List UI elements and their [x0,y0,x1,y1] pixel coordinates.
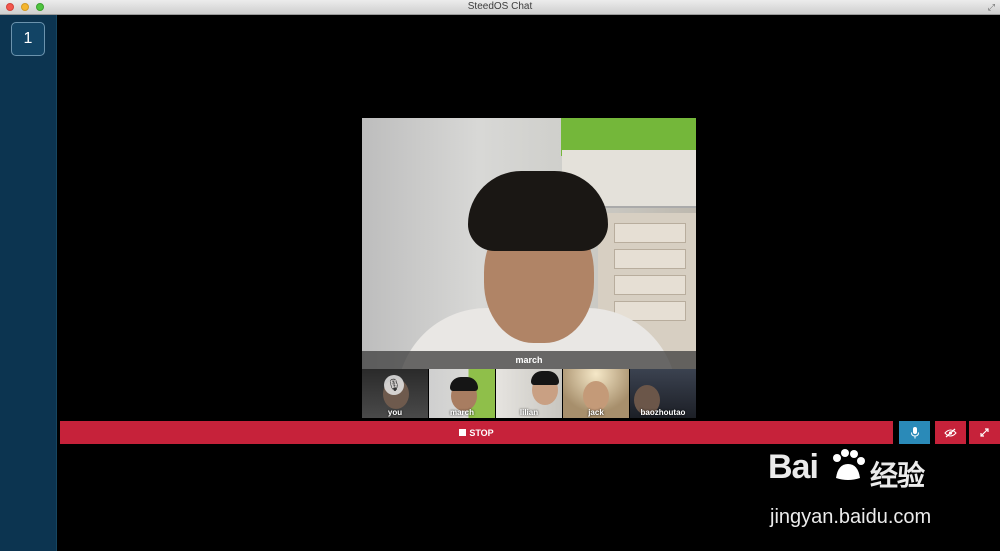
participant-name: you [387,408,403,417]
window-title: SteedOS Chat [467,1,533,12]
stop-label: STOP [469,427,494,438]
watermark-brand: Bai [768,448,819,486]
participant-thumb-baozhoutao[interactable]: baozhoutao [630,369,696,418]
eye-slash-icon [944,428,957,437]
participant-name: march [449,408,474,417]
sidebar-room-tab[interactable]: 1 [11,22,45,56]
expand-icon [980,428,989,437]
participant-thumbnails: 🎙 you march lilian jack baozhoutao [362,369,696,418]
microphone-icon [910,426,919,438]
window-titlebar: SteedOS Chat ⤢ [0,0,1000,15]
participant-name: lilian [519,408,539,417]
baidu-paw-icon [833,449,865,480]
participant-thumb-jack[interactable]: jack [563,369,629,418]
sidebar: 1 [0,15,57,551]
participant-name: baozhoutao [640,408,686,417]
expand-button[interactable] [969,421,1000,444]
participant-thumb-march[interactable]: march [429,369,495,418]
camera-toggle-button[interactable] [935,421,966,444]
stop-icon [459,429,467,436]
fullscreen-icon[interactable]: ⤢ [988,2,995,13]
watermark-url: jingyan.baidu.com [770,506,932,528]
main-video-name: march [515,355,543,365]
baidu-watermark: Bai 经验 jingyan.baidu.com [768,448,988,538]
main-video[interactable]: march [362,118,696,369]
mic-muted-icon: 🎙 [384,375,404,395]
participant-thumb-lilian[interactable]: lilian [496,369,562,418]
stop-button[interactable]: STOP [60,421,893,444]
participant-thumb-you[interactable]: 🎙 you [362,369,428,418]
main-video-caption: march [362,351,696,369]
microphone-button[interactable] [899,421,930,444]
watermark-brand-cn: 经验 [870,460,925,491]
participant-name: jack [588,408,604,417]
